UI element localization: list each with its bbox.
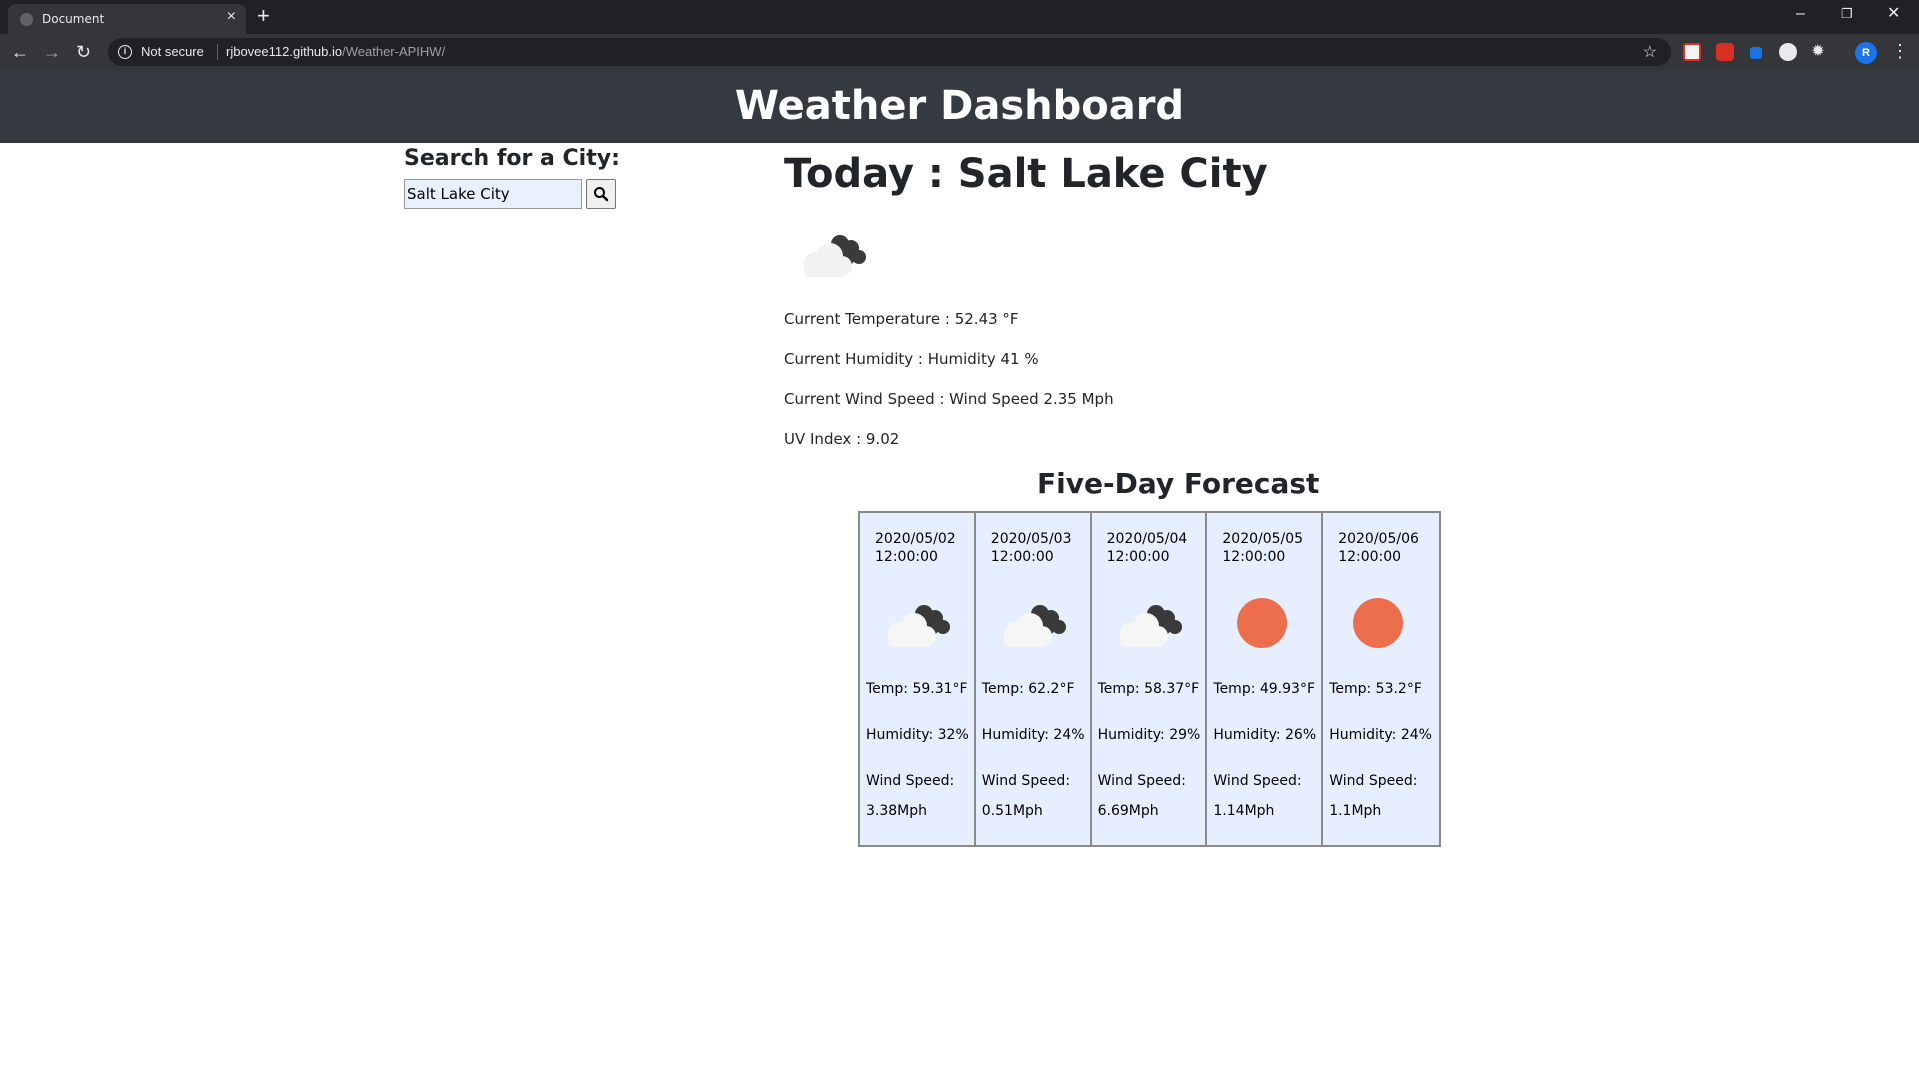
- forecast-date: 2020/05/05 12:00:00: [1222, 531, 1304, 565]
- current-wind-speed: Current Wind Speed : Wind Speed 2.35 Mph: [784, 390, 1114, 408]
- forecast-wind-value: 6.69Mph: [1097, 803, 1159, 819]
- forecast-date: 2020/05/02 12:00:00: [875, 531, 956, 565]
- current-humidity: Current Humidity : Humidity 41 %: [784, 350, 1039, 368]
- info-icon[interactable]: i: [118, 45, 132, 59]
- back-arrow-icon[interactable]: ←: [11, 42, 29, 62]
- forecast-wind-label: Wind Speed:: [981, 773, 1071, 789]
- reload-icon[interactable]: ↻: [76, 42, 91, 62]
- search-label: Search for a City:: [404, 146, 620, 171]
- forecast-card: 2020/05/02 12:00:00 Temp: 59.31°F Humidi…: [860, 513, 976, 845]
- forecast-date: 2020/05/04 12:00:00: [1106, 531, 1188, 565]
- site-header: Weather Dashboard: [0, 70, 1919, 143]
- divider: [217, 44, 218, 60]
- forecast-humidity: Humidity: 24%: [981, 727, 1085, 743]
- minimize-icon[interactable]: –: [1796, 4, 1805, 24]
- forecast-temp: Temp: 62.2°F: [981, 681, 1075, 697]
- menu-kebab-icon[interactable]: ⋮: [1891, 41, 1909, 61]
- forecast-temp: Temp: 58.37°F: [1097, 681, 1200, 697]
- forecast-humidity: Humidity: 26%: [1213, 727, 1317, 743]
- forecast-temp: Temp: 53.2°F: [1329, 681, 1422, 697]
- forecast-wind-value: 0.51Mph: [981, 803, 1043, 819]
- forecast-wind-label: Wind Speed:: [1213, 773, 1302, 789]
- window-close-icon[interactable]: ✕: [1887, 4, 1900, 24]
- forecast-card: 2020/05/06 12:00:00 Temp: 53.2°F Humidit…: [1323, 513, 1439, 845]
- forecast-wind-value: 1.14Mph: [1213, 803, 1275, 819]
- extension-circle-icon[interactable]: [1779, 43, 1797, 61]
- current-temperature: Current Temperature : 52.43 °F: [784, 310, 1019, 328]
- new-tab-icon[interactable]: +: [257, 4, 270, 28]
- globe-icon: [20, 13, 33, 26]
- address-bar[interactable]: i Not secure rjbovee112.github.io/Weathe…: [108, 38, 1671, 66]
- page-title: Weather Dashboard: [734, 83, 1185, 129]
- profile-avatar[interactable]: R: [1855, 42, 1877, 64]
- uv-index: UV Index : 9.02: [784, 430, 900, 448]
- forecast-temp: Temp: 49.93°F: [1213, 681, 1315, 697]
- extension-badge-icon[interactable]: [1716, 43, 1734, 61]
- forecast-wind-value: 1.1Mph: [1329, 803, 1382, 819]
- forecast-card: 2020/05/05 12:00:00 Temp: 49.93°F Humidi…: [1207, 513, 1324, 845]
- url-host: rjbovee112.github.io: [226, 44, 343, 59]
- city-search-input[interactable]: [404, 179, 582, 209]
- forecast-cards: 2020/05/02 12:00:00 Temp: 59.31°F Humidi…: [858, 511, 1441, 847]
- search-icon: [594, 187, 609, 202]
- forecast-wind-label: Wind Speed:: [1097, 773, 1186, 789]
- forecast-date: 2020/05/06 12:00:00: [1338, 531, 1419, 565]
- forecast-card: 2020/05/03 12:00:00 Temp: 62.2°F Humidit…: [975, 513, 1092, 845]
- forecast-wind-label: Wind Speed:: [866, 773, 955, 789]
- clear-sky-sun-icon: [1353, 598, 1404, 648]
- restore-icon[interactable]: ❐: [1841, 4, 1853, 24]
- security-label[interactable]: Not secure: [141, 44, 204, 59]
- tab-title: Document: [42, 12, 105, 26]
- broken-clouds-icon: [1003, 605, 1066, 647]
- forecast-humidity: Humidity: 24%: [1329, 727, 1432, 743]
- forecast-wind-value: 3.38Mph: [866, 803, 928, 819]
- forecast-wind-label: Wind Speed:: [1329, 773, 1418, 789]
- extension-gear-icon[interactable]: ✹: [1809, 43, 1827, 61]
- extension-tag-icon[interactable]: [1750, 47, 1762, 59]
- browser-tab-strip: Document × + – ❐ ✕: [0, 0, 1919, 34]
- tab-close-icon[interactable]: ×: [227, 9, 236, 25]
- bookmark-star-icon[interactable]: ☆: [1643, 42, 1657, 62]
- clear-sky-sun-icon: [1237, 598, 1288, 648]
- forecast-humidity: Humidity: 29%: [1097, 727, 1201, 743]
- forecast-temp: Temp: 59.31°F: [866, 681, 968, 697]
- forecast-humidity: Humidity: 32%: [866, 727, 969, 743]
- broken-clouds-icon: [888, 605, 950, 647]
- extension-pocket-icon[interactable]: [1683, 43, 1701, 61]
- forecast-date: 2020/05/03 12:00:00: [990, 531, 1072, 565]
- url-text[interactable]: rjbovee112.github.io/Weather-APIHW/: [226, 44, 445, 59]
- browser-tab[interactable]: Document ×: [8, 4, 246, 34]
- forecast-card: 2020/05/04 12:00:00 Temp: 58.37°F Humidi…: [1091, 513, 1208, 845]
- forward-arrow-icon[interactable]: →: [43, 42, 61, 62]
- forecast-heading: Five-Day Forecast: [1037, 467, 1320, 500]
- broken-clouds-icon: [804, 235, 866, 277]
- url-path: /Weather-APIHW/: [342, 44, 446, 59]
- search-button[interactable]: [586, 179, 616, 209]
- today-city-heading: Today : Salt Lake City: [784, 151, 1268, 197]
- browser-toolbar: ← → ↻ i Not secure rjbovee112.github.io/…: [0, 34, 1919, 70]
- broken-clouds-icon: [1119, 605, 1182, 647]
